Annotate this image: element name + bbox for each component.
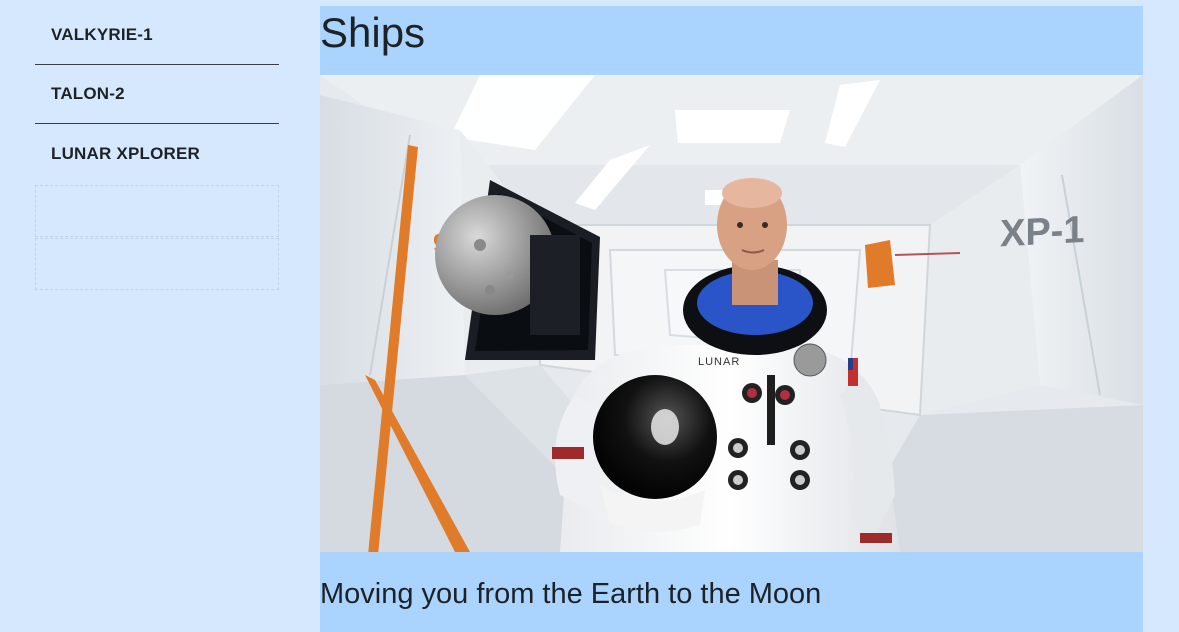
sidebar-item-label: VALKYRIE-1	[51, 25, 153, 44]
empty-nav-slot	[35, 185, 279, 237]
sidebar-item-label: TALON-2	[51, 84, 125, 103]
page: VALKYRIE-1 TALON-2 LUNAR XPLORER Ships X…	[0, 0, 1179, 632]
svg-text:XP-1: XP-1	[1000, 209, 1084, 255]
page-title: Ships	[320, 9, 426, 56]
svg-text:LUNAR: LUNAR	[698, 356, 740, 368]
section-subtitle: Moving you from the Earth to the Moon	[320, 578, 822, 610]
sidebar-item-label: LUNAR XPLORER	[51, 144, 200, 163]
hero-image: 98 XP-1	[320, 75, 1143, 552]
sidebar-item-valkyrie-1[interactable]: VALKYRIE-1	[35, 6, 279, 65]
sidebar-nav: VALKYRIE-1 TALON-2 LUNAR XPLORER	[35, 6, 279, 290]
sidebar-item-lunar-xplorer[interactable]: LUNAR XPLORER	[35, 124, 279, 184]
sidebar-item-talon-2[interactable]: TALON-2	[35, 65, 279, 124]
empty-nav-slot	[35, 238, 279, 290]
main-content: Ships XP-1 LUNAR Moving you from the Ear…	[320, 6, 1143, 632]
